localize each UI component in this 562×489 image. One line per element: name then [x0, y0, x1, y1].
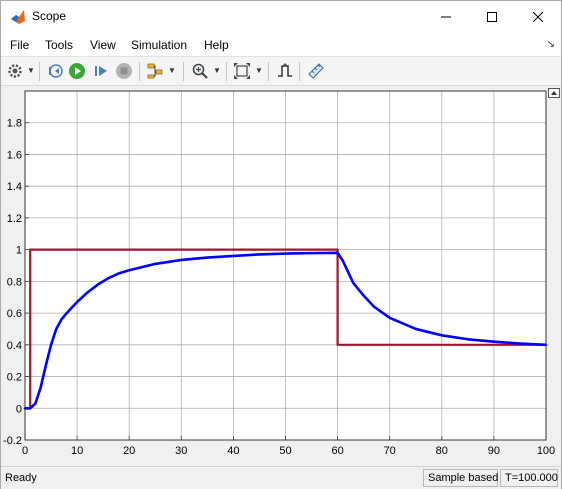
- x-tick-label: 20: [123, 445, 135, 457]
- scope-window: Scope File Tools View Simulation Help ↘ …: [0, 0, 562, 489]
- menu-tools[interactable]: Tools: [45, 38, 73, 52]
- zoom-icon[interactable]: [191, 62, 209, 80]
- y-tick-label: 1.2: [7, 213, 22, 225]
- triggers-icon[interactable]: [276, 62, 294, 80]
- menu-help[interactable]: Help: [204, 38, 229, 52]
- maximize-icon: [487, 12, 497, 22]
- y-tick-label: 1.8: [7, 118, 22, 130]
- close-button[interactable]: [515, 1, 561, 33]
- toolbar-separator: [226, 62, 227, 81]
- x-tick-label: 10: [71, 445, 83, 457]
- scope-plot[interactable]: 0 10 20 30 40 50 60 70 80 90 100-0.200.20.40.60.81…: [1, 87, 561, 465]
- maximize-button[interactable]: [469, 1, 515, 33]
- x-tick-label: 50: [279, 445, 291, 457]
- toolbar-separator: [39, 62, 40, 81]
- y-tick-label: 1: [16, 245, 22, 257]
- x-tick-label: 100: [537, 445, 555, 457]
- matlab-logo-icon: [11, 10, 25, 24]
- x-tick-label: 80: [436, 445, 448, 457]
- zoom-dropdown-icon[interactable]: ▼: [213, 66, 221, 75]
- y-tick-label: 0.6: [7, 308, 22, 320]
- close-icon: [533, 12, 543, 22]
- y-tick-label: 0.8: [7, 276, 22, 288]
- signal-dropdown-icon[interactable]: ▼: [168, 66, 176, 75]
- y-tick-label: 0.4: [7, 340, 22, 352]
- status-mode: Sample based: [423, 469, 498, 487]
- x-tick-label: 30: [175, 445, 187, 457]
- x-tick-label: 60: [331, 445, 343, 457]
- toolbar-separator: [268, 62, 269, 81]
- x-tick-label: 90: [488, 445, 500, 457]
- y-tick-label: 1.4: [7, 181, 22, 193]
- status-bar: Ready Sample based T=100.000: [1, 466, 561, 489]
- undock-legend-icon[interactable]: [548, 88, 560, 98]
- dock-arrow-icon[interactable]: ↘: [547, 39, 555, 50]
- status-time: T=100.000: [500, 469, 558, 487]
- title-bar[interactable]: Scope: [1, 1, 561, 33]
- toolbar: ▼ ▼ ▼ ▼: [1, 56, 561, 86]
- step-back-icon[interactable]: [46, 62, 64, 80]
- measure-icon[interactable]: [307, 62, 325, 80]
- status-ready: Ready: [5, 472, 37, 484]
- minimize-icon: [441, 16, 451, 18]
- step-forward-icon[interactable]: [92, 62, 110, 80]
- gear-icon[interactable]: [6, 62, 24, 80]
- y-tick-label: -0.2: [3, 435, 22, 447]
- y-tick-label: 0.2: [7, 372, 22, 384]
- autoscale-icon[interactable]: [233, 62, 251, 80]
- toolbar-separator: [183, 62, 184, 81]
- minimize-button[interactable]: [423, 1, 469, 33]
- toolbar-separator: [299, 62, 300, 81]
- window-title: Scope: [32, 9, 67, 23]
- run-icon[interactable]: [68, 62, 86, 80]
- x-tick-label: 70: [384, 445, 396, 457]
- menu-view[interactable]: View: [90, 38, 116, 52]
- menu-bar: File Tools View Simulation Help ↘: [1, 33, 561, 56]
- x-tick-label: 40: [227, 445, 239, 457]
- y-tick-label: 0: [16, 403, 22, 415]
- x-tick-label: 0: [22, 445, 28, 457]
- plot-area: 0 10 20 30 40 50 60 70 80 90 100 -0.2 0 0.2 0.4 0.6 0.8 1…: [1, 87, 561, 465]
- toolbar-separator: [139, 62, 140, 81]
- menu-simulation[interactable]: Simulation: [131, 38, 187, 52]
- stop-icon[interactable]: [115, 62, 133, 80]
- y-tick-label: 1.6: [7, 149, 22, 161]
- menu-file[interactable]: File: [10, 38, 29, 52]
- gear-dropdown-icon[interactable]: ▼: [27, 66, 35, 75]
- signal-select-icon[interactable]: [146, 62, 164, 80]
- autoscale-dropdown-icon[interactable]: ▼: [255, 66, 263, 75]
